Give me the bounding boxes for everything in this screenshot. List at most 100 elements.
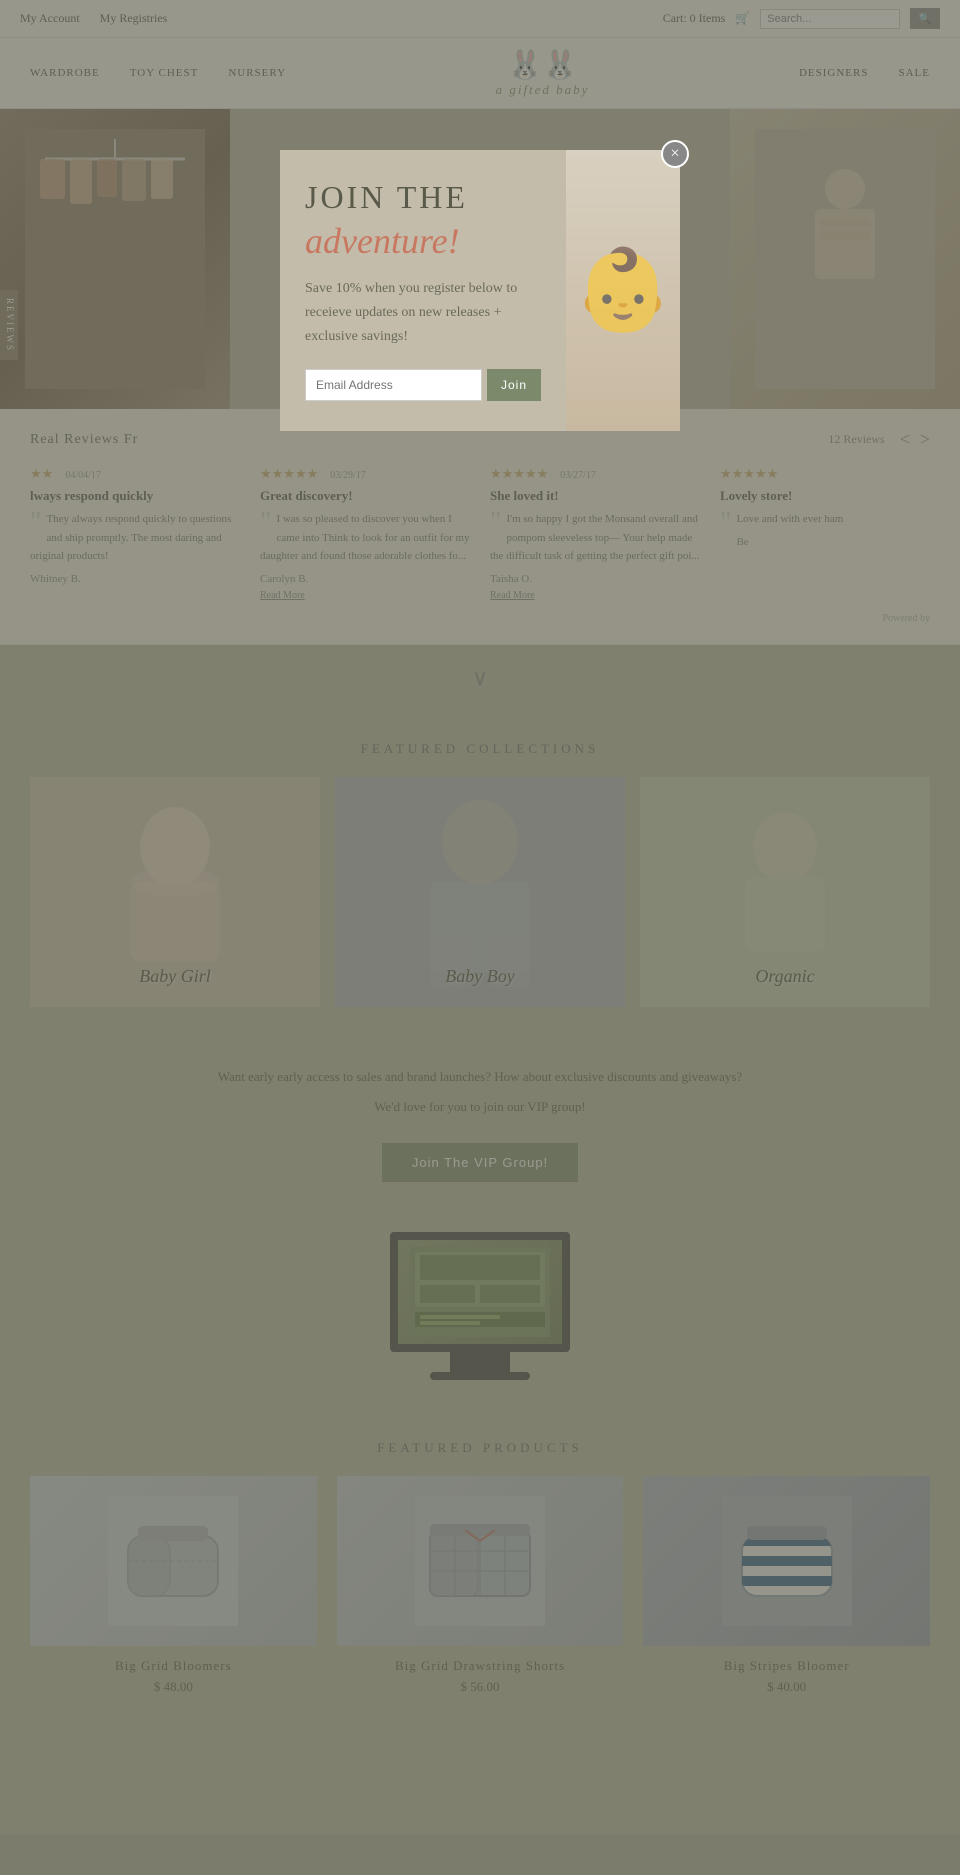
review-4-text: Love and with ever ham: [736, 513, 843, 525]
product-name-stripes: Big Stripes Bloomer: [643, 1658, 930, 1674]
review-4-header: ★★★★★: [720, 465, 930, 483]
product-card-stripes[interactable]: Big Stripes Bloomer $ 40.00: [643, 1476, 930, 1695]
top-nav-right: Cart: 0 Items 🛒 🔍: [663, 8, 940, 29]
reviews-title: Real Reviews Fr: [30, 432, 138, 448]
collections-section-title: FEATURED COLLECTIONS: [0, 711, 960, 777]
review-1-author: Whitney B.: [30, 573, 240, 585]
product-card-shorts[interactable]: Big Grid Drawstring Shorts $ 56.00: [337, 1476, 624, 1695]
product-name-bloomers: Big Grid Bloomers: [30, 1658, 317, 1674]
review-3-text: I'm so happy I got the Monsand overall a…: [490, 513, 700, 562]
footer-spacer: [0, 1735, 960, 1835]
vip-text-line1: Want early early access to sales and bra…: [20, 1067, 940, 1088]
popup-title-line1: JOIN THE: [305, 180, 541, 215]
baby-illustration: 👶: [573, 243, 673, 337]
quote-icon-2: ": [260, 509, 271, 537]
hero-clothing-right-image: [730, 109, 960, 409]
review-3-body: " I'm so happy I got the Monsand overall…: [490, 509, 700, 565]
sale-nav-item[interactable]: SALE: [898, 53, 930, 93]
review-1-header: ★★ 04/04/17: [30, 465, 240, 483]
wardrobe-nav-item[interactable]: WARDROBE: [30, 53, 100, 93]
hero-left-image: [0, 109, 230, 409]
collection-baby-girl[interactable]: Baby Girl: [30, 777, 320, 1007]
nursery-nav-item[interactable]: NURSERY: [228, 53, 286, 93]
reviews-next-button[interactable]: >: [920, 429, 930, 450]
main-nav-left: WARDROBE TOY CHEST NURSERY: [30, 53, 286, 93]
hero-right-image: [730, 109, 960, 409]
monitor-base: [430, 1372, 530, 1380]
product-price-shorts: $ 56.00: [337, 1679, 624, 1695]
popup-email-input[interactable]: [305, 369, 482, 401]
review-3-stars: ★★★★★: [490, 466, 548, 481]
products-grid: Big Grid Bloomers $ 48.00: [30, 1476, 930, 1695]
hero-clothing-image: [0, 109, 230, 409]
vip-section: Want early early access to sales and bra…: [0, 1037, 960, 1213]
popup-email-row: Join: [305, 369, 541, 401]
review-2-text: I was so pleased to discover you when I …: [260, 513, 470, 562]
popup-description: Save 10% when you register below to rece…: [305, 277, 541, 348]
reviews-navigation: < >: [900, 429, 930, 450]
collection-baby-boy[interactable]: Baby Boy: [335, 777, 625, 1007]
collection-organic-label: Organic: [755, 966, 814, 987]
collection-girl-label: Baby Girl: [139, 966, 211, 987]
top-nav-left: My Account My Registries: [20, 11, 167, 26]
products-section-title: FEATURED PRODUCTS: [30, 1420, 930, 1476]
product-card-bloomers[interactable]: Big Grid Bloomers $ 48.00: [30, 1476, 317, 1695]
collection-boy-label: Baby Boy: [445, 966, 514, 987]
search-button[interactable]: 🔍: [910, 8, 940, 29]
top-navigation: My Account My Registries Cart: 0 Items 🛒…: [0, 0, 960, 38]
product-price-stripes: $ 40.00: [643, 1679, 930, 1695]
site-logo[interactable]: 🐰🐰 a gifted baby: [486, 38, 600, 108]
monitor-section: [0, 1212, 960, 1400]
review-3-title: She loved it!: [490, 488, 700, 504]
review-3-author: Taisha O.: [490, 573, 700, 585]
review-4-author: Be: [720, 536, 930, 548]
designers-nav-item[interactable]: DESIGNERS: [799, 53, 869, 93]
my-account-link[interactable]: My Account: [20, 11, 80, 26]
review-2-header: ★★★★★ 03/29/17: [260, 465, 470, 483]
monitor-stand: [450, 1352, 510, 1372]
collections-grid: Baby Girl Baby Boy Organic: [0, 777, 960, 1037]
reviews-header: Real Reviews Fr 12 Reviews < >: [30, 429, 930, 450]
popup-join-button[interactable]: Join: [487, 369, 541, 401]
review-4-title: Lovely store!: [720, 488, 930, 504]
toy-chest-nav-item[interactable]: TOY CHEST: [130, 53, 199, 93]
product-price-bloomers: $ 48.00: [30, 1679, 317, 1695]
review-2-date: 03/29/17: [330, 470, 366, 481]
review-2-body: " I was so pleased to discover you when …: [260, 509, 470, 565]
signup-modal: JOIN THE adventure! Save 10% when you re…: [280, 150, 680, 431]
review-2-read-more[interactable]: Read More: [260, 590, 305, 601]
reviews-section: Real Reviews Fr 12 Reviews < > ★★ 04/04/…: [0, 409, 960, 645]
cart-info[interactable]: Cart: 0 Items: [663, 11, 726, 26]
review-1-stars: ★★: [30, 466, 53, 481]
product-name-shorts: Big Grid Drawstring Shorts: [337, 1658, 624, 1674]
vip-join-button[interactable]: Join The VIP Group!: [382, 1143, 578, 1182]
review-4-stars: ★★★★★: [720, 466, 778, 481]
popup-title-line2: adventure!: [305, 220, 541, 262]
collection-organic[interactable]: Organic: [640, 777, 930, 1007]
products-section: FEATURED PRODUCTS Big Grid Bloomers $ 48…: [0, 1400, 960, 1735]
product-image-shorts: [337, 1476, 624, 1646]
reviews-side-tab[interactable]: REVIEWS: [0, 290, 18, 360]
popup-content: JOIN THE adventure! Save 10% when you re…: [280, 150, 566, 431]
search-input[interactable]: [760, 9, 900, 29]
review-card-2: ★★★★★ 03/29/17 Great discovery! " I was …: [260, 465, 470, 603]
main-navigation: WARDROBE TOY CHEST NURSERY 🐰🐰 a gifted b…: [0, 38, 960, 109]
powered-by-label: Powered by: [30, 613, 930, 624]
monitor-illustration: [390, 1232, 570, 1380]
review-3-date: 03/27/17: [560, 470, 596, 481]
reviews-prev-button[interactable]: <: [900, 429, 910, 450]
popup-image-area: 👶: [566, 150, 680, 431]
reviews-controls: 12 Reviews < >: [828, 429, 930, 450]
main-nav-right: DESIGNERS SALE: [799, 53, 930, 93]
review-2-title: Great discovery!: [260, 488, 470, 504]
my-registries-link[interactable]: My Registries: [100, 11, 168, 26]
scroll-down-indicator[interactable]: ∨: [0, 645, 960, 711]
popup-close-button[interactable]: ×: [661, 140, 689, 168]
review-1-date: 04/04/17: [65, 470, 101, 481]
logo-bunnies-icon: 🐰🐰: [496, 48, 590, 82]
quote-icon-3: ": [490, 509, 501, 537]
review-3-read-more[interactable]: Read More: [490, 590, 535, 601]
review-card-3: ★★★★★ 03/27/17 She loved it! " I'm so ha…: [490, 465, 700, 603]
review-1-text: They always respond quickly to questions…: [30, 513, 231, 562]
review-2-stars: ★★★★★: [260, 466, 318, 481]
